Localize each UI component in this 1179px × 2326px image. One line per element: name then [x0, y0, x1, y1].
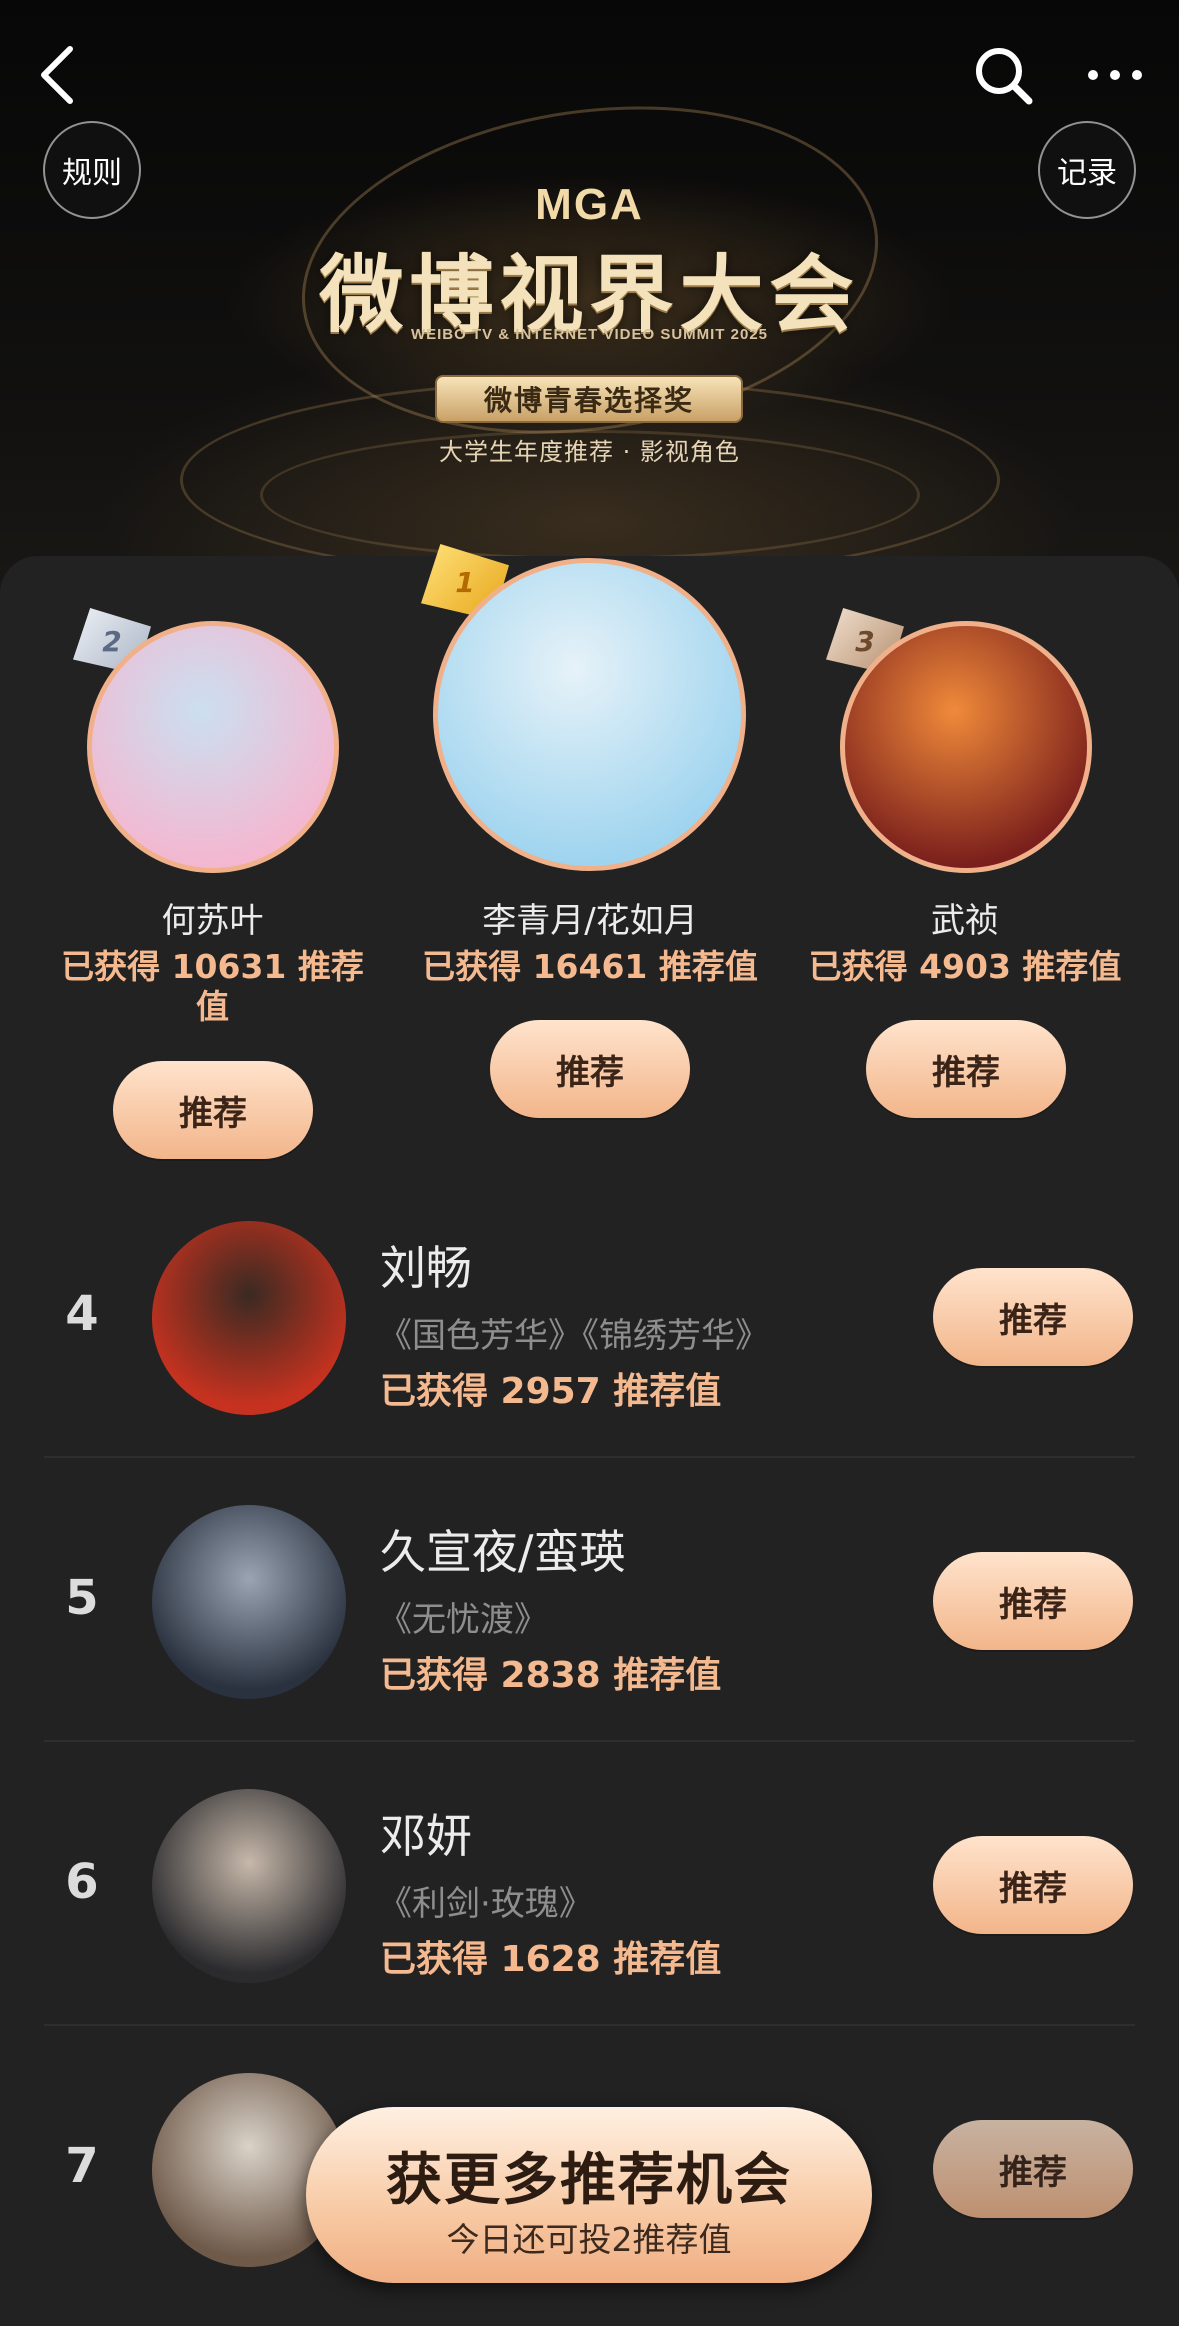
rank-number: 6 [65, 1854, 99, 1910]
avatar[interactable] [152, 1789, 346, 1983]
recommend-button[interactable]: 推荐 [933, 1268, 1133, 1366]
recommend-button[interactable]: 推荐 [933, 2120, 1133, 2218]
recommend-button[interactable]: 推荐 [490, 1020, 690, 1118]
candidate-score: 已获得 10631 推荐值 [61, 947, 364, 1026]
list-item: 6 邓妍 《利剑·玫瑰》 已获得 1628 推荐值 推荐 [0, 1770, 1179, 2054]
candidate-name: 何苏叶 [161, 901, 264, 941]
candidate-name: 李青月/花如月 [482, 901, 698, 941]
candidate-score: 已获得 16461 推荐值 [422, 947, 758, 986]
more-icon [1088, 70, 1142, 80]
back-button[interactable] [28, 40, 88, 110]
cta-title: 获更多推荐机会 [386, 2148, 792, 2213]
search-icon [976, 48, 1033, 105]
candidate-works: 《无忧渡》 [378, 1600, 548, 1640]
logo-mark: MGA [535, 180, 644, 229]
candidate-score: 已获得 1628 推荐值 [380, 1939, 722, 1980]
event-subtitle: WEIBO TV & INTERNET VIDEO SUMMIT 2025 [410, 326, 769, 343]
divider [44, 2024, 1135, 2026]
rank-number: 7 [65, 2138, 99, 2194]
avatar[interactable] [152, 1221, 346, 1415]
search-button[interactable] [968, 40, 1038, 110]
candidate-score: 已获得 2957 推荐值 [380, 1371, 722, 1412]
list-item: 5 久宣夜/蛮瑛 《无忧渡》 已获得 2838 推荐值 推荐 [0, 1486, 1179, 1770]
award-category: 大学生年度推荐 · 影视角色 [439, 438, 740, 466]
award-badge: 微博青春选择奖 [435, 375, 743, 423]
back-arrow-icon [41, 46, 73, 104]
recommend-button[interactable]: 推荐 [933, 1552, 1133, 1650]
recommend-button[interactable]: 推荐 [866, 1020, 1066, 1118]
avatar[interactable] [433, 558, 746, 871]
more-button[interactable] [1080, 40, 1150, 110]
candidate-works: 《利剑·玫瑰》 [378, 1884, 593, 1924]
candidate-name: 刘畅 [380, 1241, 472, 1295]
candidate-works: 《国色芳华》《锦绣芳华》 [378, 1316, 769, 1356]
divider [44, 1456, 1135, 1458]
rank-number: 5 [65, 1570, 99, 1626]
recommend-button[interactable]: 推荐 [113, 1061, 313, 1159]
candidate-score: 已获得 2838 推荐值 [380, 1655, 722, 1696]
event-banner: 规则 记录 MGA 微博视界大会 WEIBO TV & INTERNET VID… [0, 0, 1179, 600]
avatar[interactable] [87, 621, 339, 873]
candidate-score: 已获得 4903 推荐值 [808, 947, 1122, 986]
avatar[interactable] [152, 1505, 346, 1699]
list-item: 4 刘畅 《国色芳华》《锦绣芳华》 已获得 2957 推荐值 推荐 [0, 1202, 1179, 1486]
candidate-name: 武祯 [931, 901, 999, 941]
candidate-name: 久宣夜/蛮瑛 [380, 1525, 626, 1579]
rank-number: 4 [65, 1286, 99, 1342]
get-more-chances-button[interactable]: 获更多推荐机会 今日还可投2推荐值 [306, 2107, 872, 2283]
candidate-name: 邓妍 [380, 1809, 472, 1863]
avatar[interactable] [840, 621, 1092, 873]
divider [44, 1740, 1135, 1742]
recommend-button[interactable]: 推荐 [933, 1836, 1133, 1934]
cta-subtitle: 今日还可投2推荐值 [446, 2220, 732, 2259]
